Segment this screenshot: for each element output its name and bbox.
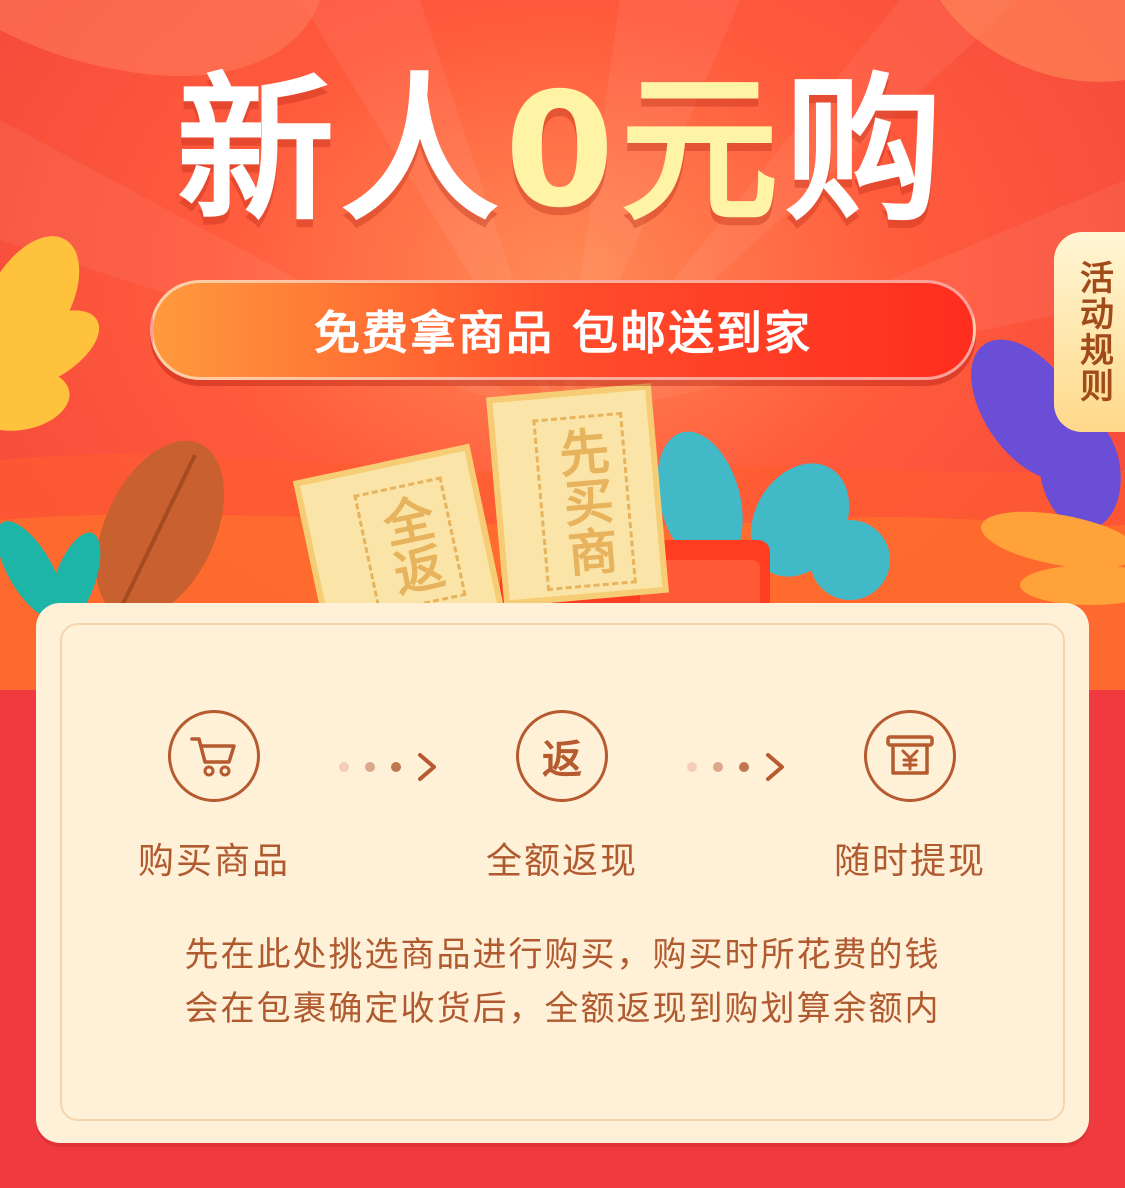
step-withdraw: 随时提现 <box>790 710 1030 884</box>
ticket-right: 先买商 <box>486 383 669 607</box>
step-refund: 返 全额返现 <box>442 710 682 884</box>
step-refund-label: 全额返现 <box>485 841 638 882</box>
shopping-cart-icon <box>168 710 260 802</box>
step-arrow-1 <box>339 753 436 781</box>
title-part2: 元 <box>620 59 785 243</box>
description-line-2: 会在包裹确定收货后，全额返现到购划算余额内 <box>184 989 941 1029</box>
description-line-1: 先在此处挑选商品进行购买，购买时所花费的钱 <box>184 935 941 975</box>
title-zero: 0 <box>504 59 621 243</box>
title-part3: 购 <box>784 59 949 243</box>
refund-icon: 返 <box>516 710 608 802</box>
subtitle-banner: 免费拿商品 包邮送到家 <box>150 280 976 380</box>
rules-button-label: 活动规则 <box>1073 260 1114 404</box>
step-arrow-2 <box>687 753 784 781</box>
withdraw-icon <box>864 710 956 802</box>
title-part1: 新人 <box>176 59 505 243</box>
ticket-right-text: 先买商 <box>532 411 637 592</box>
step-withdraw-label: 随时提现 <box>833 841 986 882</box>
rules-button[interactable]: 活动规则 <box>1054 232 1125 432</box>
ticket-left-text: 全返 <box>353 476 467 615</box>
refund-icon-text: 返 <box>542 737 582 783</box>
subtitle-text: 免费拿商品 包邮送到家 <box>313 306 812 360</box>
step-buy: 购买商品 <box>94 710 334 884</box>
page-title: 新人0元购 <box>0 72 1125 230</box>
step-buy-label: 购买商品 <box>137 841 290 882</box>
hero-banner: 全返 先买商 新人0元购 免费拿商品 包邮送到家 <box>0 0 1125 690</box>
description: 先在此处挑选商品进行购买，购买时所花费的钱 会在包裹确定收货后，全额返现到购划算… <box>60 928 1065 1036</box>
